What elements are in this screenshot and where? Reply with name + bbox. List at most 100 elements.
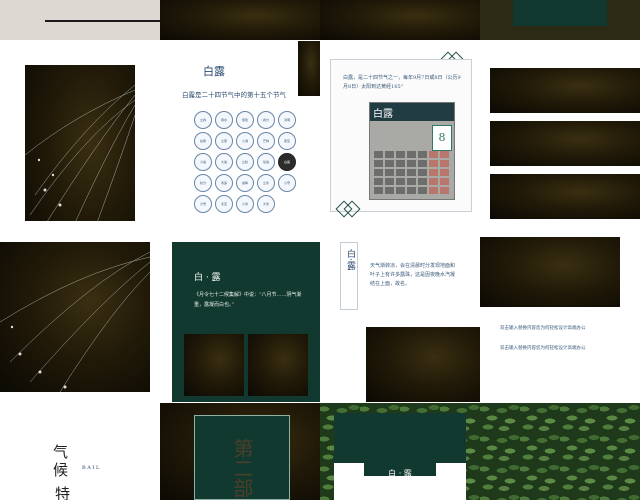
solar-term-badge: 小满 bbox=[236, 132, 254, 150]
solar-term-badge: 大雪 bbox=[194, 195, 212, 213]
calendar-cell bbox=[396, 151, 405, 158]
calendar-cell bbox=[429, 151, 438, 158]
pine-corner-photo bbox=[298, 41, 320, 96]
solar-term-badge: 白露 bbox=[278, 153, 296, 171]
decor-line bbox=[45, 20, 160, 22]
calendar-cell bbox=[407, 187, 416, 194]
calendar-cell bbox=[440, 178, 449, 185]
solar-term-badge-grid: 立春 雨水 惊蛰 春分 清明谷雨 立夏 小满 芒种 夏至小暑 大暑 立秋 处暑 白露秋分 寒露 霜降 立冬 小雪… bbox=[194, 111, 304, 216]
heading-tag: 白 · 露 bbox=[364, 461, 436, 478]
calendar-cell bbox=[407, 151, 416, 158]
calendar-cell bbox=[385, 187, 394, 194]
solar-term-badge: 夏至 bbox=[278, 132, 296, 150]
calendar-cell bbox=[418, 151, 427, 158]
solar-term-badge: 秋分 bbox=[194, 174, 212, 192]
solar-term-badge: 谷雨 bbox=[194, 132, 212, 150]
calendar-cell bbox=[429, 160, 438, 167]
content-frame: 白露，是二十四节气之一，每年9月7日或8日（公历9月8日）太阳到达黄经165° … bbox=[330, 59, 472, 212]
panel-quote: 《月令七十二候集解》中说：“八月节……阴气渐重，露凝而白也。” bbox=[194, 292, 302, 308]
solar-term-badge: 立冬 bbox=[257, 174, 275, 192]
vertical-title-box: 白·露 bbox=[340, 242, 358, 310]
calendar-cell bbox=[385, 151, 394, 158]
slide-thumb-8[interactable]: 双击输入替换内容您为何轻松设计高端办公 双击输入替换内容您为何轻松设计高端办公 bbox=[480, 222, 640, 402]
pine-photo bbox=[480, 237, 620, 307]
calendar-cell bbox=[396, 169, 405, 176]
solar-term-badge: 惊蛰 bbox=[236, 111, 254, 129]
slide-thumb-7[interactable]: 白·露 天气渐转凉，会在清晨时分发现地面和叶子上有许多露珠，这是因夜晚水汽凝结在… bbox=[320, 222, 480, 402]
chapter-vertical-text: 第二部 bbox=[230, 438, 254, 498]
slide-thumb-9[interactable]: 气候 特 B A I L bbox=[0, 403, 160, 500]
green-panel: 第二部 bbox=[194, 415, 290, 500]
calendar-day-box: 8 bbox=[432, 125, 452, 151]
vertical-title: 白·露 bbox=[345, 249, 355, 270]
calendar-cell bbox=[374, 178, 383, 185]
slide-thumb-3[interactable]: 白露，是二十四节气之一，每年9月7日或8日（公历9月8日）太阳到达黄经165° … bbox=[320, 41, 480, 221]
solar-term-badge: 春分 bbox=[257, 111, 275, 129]
calendar-cell bbox=[374, 187, 383, 194]
calendar-cell bbox=[385, 178, 394, 185]
calendar-grid bbox=[374, 151, 450, 195]
solar-term-badge: 立春 bbox=[194, 111, 212, 129]
solar-term-badge: 立夏 bbox=[215, 132, 233, 150]
pine-photo-right bbox=[248, 334, 308, 396]
panel-heading: 白 · 露 bbox=[194, 273, 221, 283]
pine-photo-1 bbox=[490, 68, 640, 113]
solar-term-badge: 小寒 bbox=[236, 195, 254, 213]
solar-term-badge: 大寒 bbox=[257, 195, 275, 213]
solar-term-badge: 芒种 bbox=[257, 132, 275, 150]
text-line-2: 双击输入替换内容您为何轻松设计高端办公 bbox=[500, 346, 586, 351]
slide-thumb-top-1[interactable] bbox=[0, 0, 160, 40]
calendar-title: 白露 bbox=[373, 109, 393, 120]
solar-term-badge: 大暑 bbox=[215, 153, 233, 171]
solar-term-badge: 雨水 bbox=[215, 111, 233, 129]
solar-term-badge: 小暑 bbox=[194, 153, 212, 171]
heading-tag-text: 白 · 露 bbox=[388, 469, 412, 478]
solar-term-badge: 霜降 bbox=[236, 174, 254, 192]
solar-term-badge: 立秋 bbox=[236, 153, 254, 171]
slide-thumb-12[interactable] bbox=[480, 403, 640, 500]
intro-text: 白露，是二十四节气之一，每年9月7日或8日（公历9月8日）太阳到达黄经165° bbox=[343, 75, 461, 90]
slide-thumb-2[interactable]: 白露 白露是二十四节气中的第十五个节气 立春 雨水 惊蛰 春分 清明 谷雨 立夏 小满 芒种 夏至… bbox=[160, 41, 320, 221]
calendar-cell bbox=[385, 169, 394, 176]
solar-term-badge: 寒露 bbox=[215, 174, 233, 192]
solar-term-badge: 冬至 bbox=[215, 195, 233, 213]
slide-thumb-4[interactable] bbox=[480, 41, 640, 221]
slide-title: 白露 bbox=[203, 65, 225, 78]
calendar-cell bbox=[374, 160, 383, 167]
slide-thumb-top-2[interactable] bbox=[160, 0, 320, 40]
calendar-widget: 白露 8 bbox=[369, 102, 455, 200]
pine-photo-2 bbox=[490, 121, 640, 166]
slide-thumb-11[interactable]: 白 · 露 bbox=[320, 403, 480, 500]
calendar-cell bbox=[407, 178, 416, 185]
calendar-cell bbox=[374, 169, 383, 176]
calendar-cell bbox=[429, 187, 438, 194]
solar-term-badge: 小雪 bbox=[278, 174, 296, 192]
slide-thumb-10[interactable]: 第二部 bbox=[160, 403, 320, 500]
calligraphy-glyphs: 气候 bbox=[53, 443, 69, 479]
green-band bbox=[334, 413, 466, 463]
pinyin-label: B A I L bbox=[82, 465, 100, 471]
pine-photo-left bbox=[184, 334, 244, 396]
slide-thumb-1[interactable] bbox=[0, 41, 160, 221]
calendar-cell bbox=[440, 151, 449, 158]
calendar-day: 8 bbox=[438, 131, 446, 144]
pine-photo bbox=[0, 242, 150, 392]
calendar-cell bbox=[429, 178, 438, 185]
slide-thumb-top-3[interactable] bbox=[320, 0, 480, 40]
pine-photo-3 bbox=[490, 174, 640, 219]
solar-term-badge: 清明 bbox=[278, 111, 296, 129]
pine-needles-graphic bbox=[0, 251, 150, 392]
calendar-cell bbox=[440, 187, 449, 194]
calendar-cell bbox=[418, 160, 427, 167]
calendar-cell bbox=[418, 178, 427, 185]
solar-term-badge: 处暑 bbox=[257, 153, 275, 171]
calligraphy-glyph-3: 特 bbox=[55, 485, 71, 500]
text-line-1: 双击输入替换内容您为何轻松设计高端办公 bbox=[500, 326, 586, 331]
slide-thumb-top-4[interactable] bbox=[480, 0, 640, 40]
slide-thumb-6[interactable]: 白 · 露 《月令七十二候集解》中说：“八月节……阴气渐重，露凝而白也。” bbox=[160, 222, 320, 402]
pine-photo bbox=[25, 65, 135, 221]
calendar-cell bbox=[407, 169, 416, 176]
calendar-cell bbox=[374, 151, 383, 158]
slide-thumb-5[interactable] bbox=[0, 222, 160, 402]
calendar-cell bbox=[418, 169, 427, 176]
